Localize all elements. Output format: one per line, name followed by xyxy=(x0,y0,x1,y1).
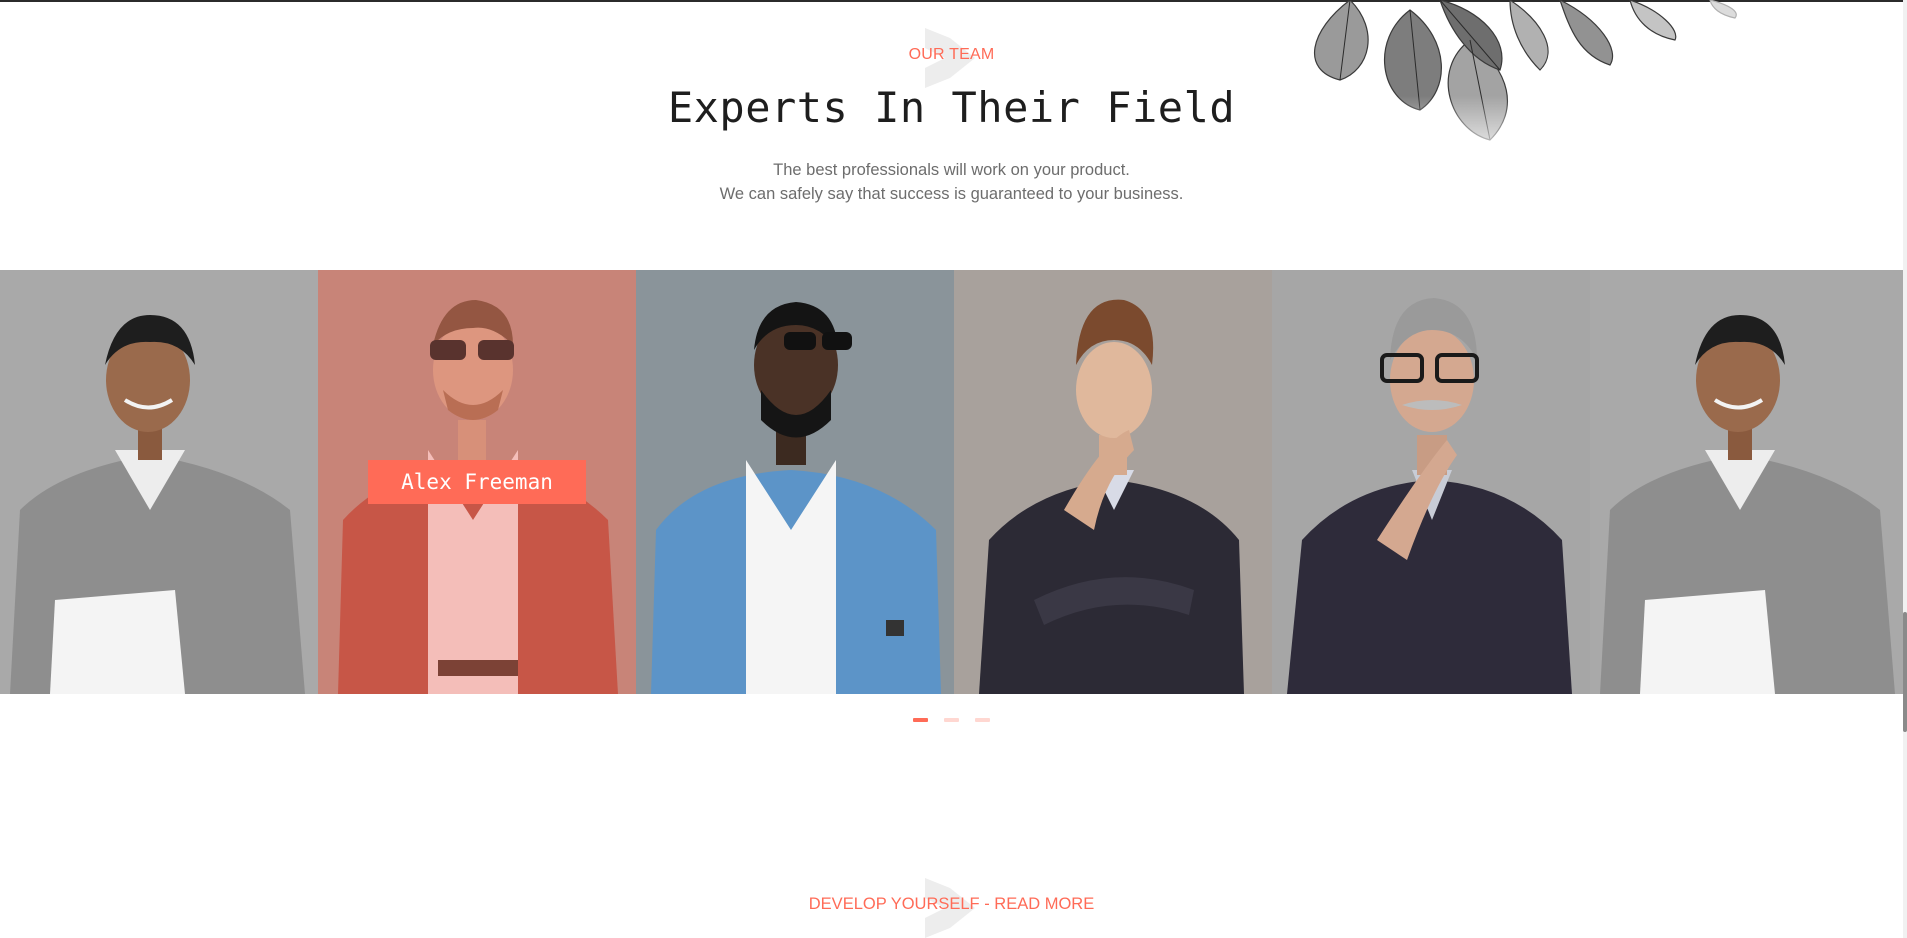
team-card[interactable] xyxy=(954,270,1272,694)
team-card[interactable] xyxy=(0,270,318,694)
team-member-photo xyxy=(1272,270,1590,694)
lead-line-1: The best professionals will work on your… xyxy=(773,161,1130,179)
team-member-photo xyxy=(1590,270,1903,694)
team-card[interactable]: Alex Freeman xyxy=(318,270,636,694)
team-member-photo xyxy=(0,270,318,694)
team-member-photo xyxy=(954,270,1272,694)
team-carousel[interactable]: Alex Freeman xyxy=(0,270,1903,694)
pagination-dot-2[interactable] xyxy=(944,718,959,722)
lead-line-2: We can safely say that success is guaran… xyxy=(719,185,1184,203)
section-lead: The best professionals will work on your… xyxy=(0,158,1903,206)
pagination-dot-1[interactable] xyxy=(913,718,928,722)
carousel-pagination xyxy=(0,718,1903,724)
page-scrollbar[interactable] xyxy=(1903,0,1907,938)
pagination-dot-3[interactable] xyxy=(975,718,990,722)
team-card[interactable] xyxy=(1272,270,1590,694)
section-title: Experts In Their Field xyxy=(667,83,1236,132)
team-member-name[interactable]: Alex Freeman xyxy=(368,460,586,504)
section-eyebrow: OUR TEAM xyxy=(908,46,995,63)
team-card[interactable] xyxy=(1590,270,1903,694)
scrollbar-thumb[interactable] xyxy=(1903,612,1907,732)
next-section-eyebrow[interactable]: DEVELOP YOURSELF - READ MORE xyxy=(0,895,1903,914)
team-card[interactable] xyxy=(636,270,954,694)
team-member-photo xyxy=(636,270,954,694)
